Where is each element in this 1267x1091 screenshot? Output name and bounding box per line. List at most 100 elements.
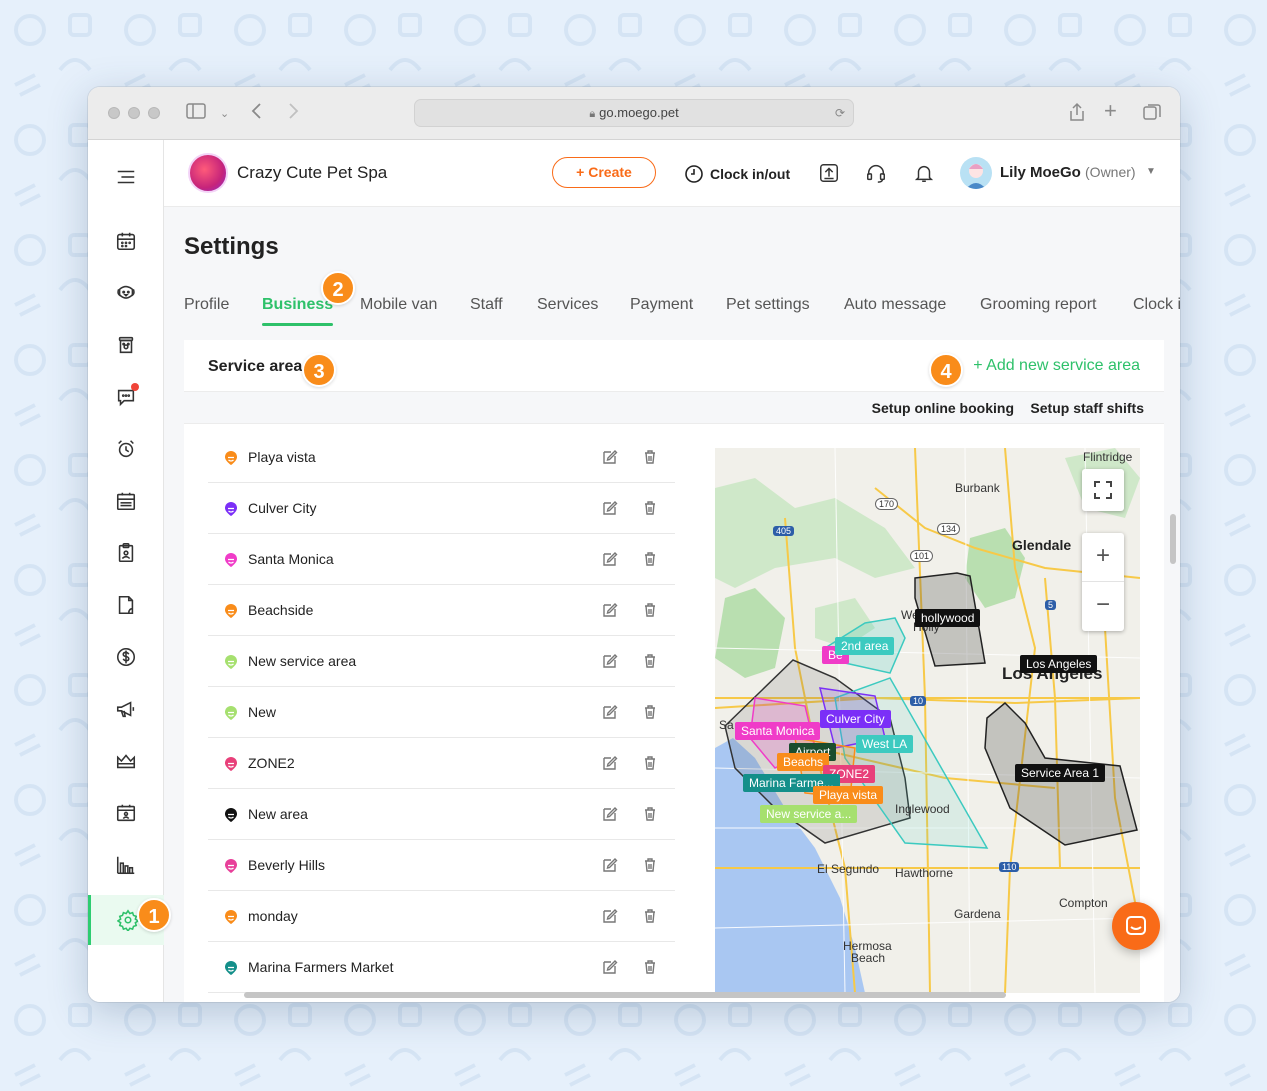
id-card-icon[interactable] [88,791,164,835]
chat-icon[interactable] [88,375,164,419]
document-icon[interactable] [88,583,164,627]
business-name[interactable]: Crazy Cute Pet Spa [237,163,387,183]
business-avatar[interactable] [188,153,228,193]
pet-face-icon[interactable] [88,271,164,315]
zoom-out-button[interactable]: − [1082,582,1124,631]
tab-services[interactable]: Services [537,296,598,314]
tab-pet-settings[interactable]: Pet settings [726,296,810,314]
chevron-down-icon[interactable]: ⌄ [220,107,229,120]
vertical-scrollbar[interactable] [1170,514,1176,564]
caret-down-icon[interactable]: ▼ [1146,166,1156,177]
schedule-icon[interactable] [88,479,164,523]
alarm-clock-icon[interactable] [88,427,164,471]
edit-icon[interactable] [602,959,618,975]
setup-online-booking-link[interactable]: Setup online booking [872,400,1014,416]
map-tag-2nd-area[interactable]: 2nd area [835,637,895,655]
trash-icon[interactable] [642,908,658,924]
service-area-row[interactable]: New service area [208,636,675,687]
tabs-overview-icon[interactable] [1142,102,1162,127]
forward-arrow-icon[interactable] [286,102,300,125]
megaphone-icon[interactable] [88,687,164,731]
tab-grooming-report[interactable]: Grooming report [980,296,1097,314]
service-area-row[interactable]: Culver City [208,483,675,534]
trash-icon[interactable] [642,806,658,822]
map-tag-new-service-area[interactable]: New service a... [760,805,858,823]
support-chat-button[interactable] [1112,902,1160,950]
service-area-row[interactable]: ZONE2 [208,738,675,789]
trash-icon[interactable] [642,551,658,567]
map-tag-hollywood[interactable]: hollywood [915,609,981,627]
reload-icon[interactable]: ⟳ [835,100,845,126]
trash-icon[interactable] [642,449,658,465]
close-window-button[interactable] [108,107,120,119]
map-tag-culver-city[interactable]: Culver City [820,710,891,728]
edit-icon[interactable] [602,449,618,465]
dollar-icon[interactable] [88,635,164,679]
tab-payment[interactable]: Payment [630,296,693,314]
map-tag-playa-vista[interactable]: Playa vista [813,786,884,804]
edit-icon[interactable] [602,551,618,567]
tab-clock-in[interactable]: Clock i [1133,296,1180,314]
service-area-row[interactable]: Beverly Hills [208,840,675,891]
upload-icon[interactable] [818,162,840,184]
map-tag-santa-monica[interactable]: Santa Monica [735,722,821,740]
service-area-row[interactable]: New area [208,789,675,840]
trash-icon[interactable] [642,857,658,873]
zoom-in-button[interactable]: + [1082,533,1124,582]
add-service-area-link[interactable]: + Add new service area [973,357,1140,375]
service-area-row[interactable]: Playa vista [208,432,675,483]
map-tag-west-la[interactable]: West LA [856,735,914,753]
headset-icon[interactable] [865,162,887,184]
edit-icon[interactable] [602,704,618,720]
tab-mobile-van[interactable]: Mobile van [360,296,437,314]
edit-icon[interactable] [602,653,618,669]
service-area-map[interactable]: 405 170 134 101 5 10 110 710 Flintridge … [715,448,1140,993]
user-avatar[interactable] [960,157,992,189]
service-area-row[interactable]: Santa Monica [208,534,675,585]
crown-icon[interactable] [88,739,164,783]
trash-icon[interactable] [642,755,658,771]
service-area-row[interactable]: Beachside [208,585,675,636]
tab-business[interactable]: Business [262,296,334,326]
edit-icon[interactable] [602,857,618,873]
map-tag-beachside[interactable]: Beachs [777,753,830,771]
tab-profile[interactable]: Profile [184,296,229,314]
trash-icon[interactable] [642,704,658,720]
zoom-window-button[interactable] [148,107,160,119]
trash-icon[interactable] [642,500,658,516]
setup-staff-shifts-link[interactable]: Setup staff shifts [1030,400,1144,416]
bell-icon[interactable] [913,162,935,184]
clipboard-icon[interactable] [88,531,164,575]
tab-auto-message[interactable]: Auto message [844,296,946,314]
address-bar[interactable]: 🔒︎ go.moego.pet ⟳ [414,99,854,127]
sidebar-toggle-icon[interactable] [186,102,206,125]
back-arrow-icon[interactable] [250,102,264,125]
map-tag-los-angeles[interactable]: Los Angeles [1020,655,1098,673]
map-tag-service-area-1[interactable]: Service Area 1 [1015,764,1106,782]
edit-icon[interactable] [602,602,618,618]
minimize-window-button[interactable] [128,107,140,119]
trash-icon[interactable] [642,602,658,618]
user-name[interactable]: Lily MoeGo (Owner) [1000,164,1136,181]
horizontal-scrollbar[interactable] [244,992,1006,998]
trash-icon[interactable] [642,653,658,669]
create-button[interactable]: + Create [552,157,656,188]
service-area-row[interactable]: New [208,687,675,738]
calendar-icon[interactable] [88,219,164,263]
menu-icon[interactable] [88,155,164,199]
service-area-row[interactable]: monday [208,891,675,942]
fullscreen-button[interactable] [1082,469,1124,511]
clock-in-out-button[interactable]: Clock in/out [684,164,790,184]
service-area-row[interactable]: Marina Farmers Market [208,942,675,993]
edit-icon[interactable] [602,500,618,516]
tab-staff[interactable]: Staff [470,296,503,314]
share-icon[interactable] [1068,102,1086,127]
service-area-name: New service area [248,653,357,669]
new-tab-icon[interactable]: + [1104,98,1117,124]
bar-chart-icon[interactable] [88,843,164,887]
edit-icon[interactable] [602,806,618,822]
pet-food-icon[interactable] [88,323,164,367]
trash-icon[interactable] [642,959,658,975]
edit-icon[interactable] [602,908,618,924]
edit-icon[interactable] [602,755,618,771]
